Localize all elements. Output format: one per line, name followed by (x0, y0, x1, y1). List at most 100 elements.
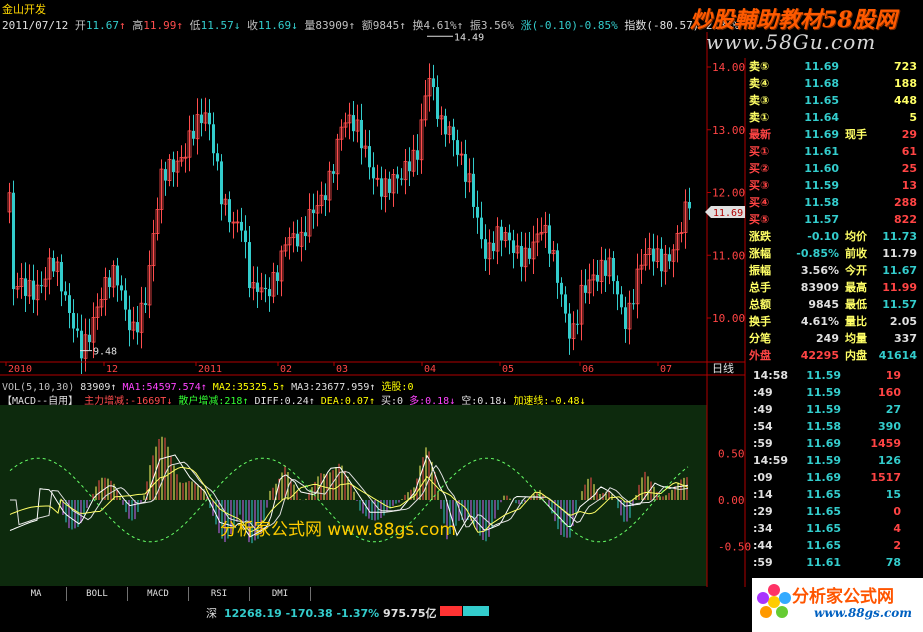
candle[interactable] (655, 235, 660, 269)
candle[interactable] (276, 265, 279, 295)
candle[interactable] (616, 275, 619, 311)
candle[interactable] (564, 286, 567, 323)
candle[interactable] (400, 168, 403, 186)
candle[interactable] (652, 233, 655, 276)
candle[interactable] (307, 193, 312, 243)
candle[interactable] (279, 245, 284, 297)
candle[interactable] (203, 97, 208, 132)
candle[interactable] (116, 257, 119, 302)
candle[interactable] (24, 262, 27, 312)
candle[interactable] (304, 216, 307, 251)
candle[interactable] (352, 100, 355, 142)
candle[interactable] (639, 249, 644, 284)
candle[interactable] (503, 227, 508, 248)
candle[interactable] (212, 112, 215, 166)
candle[interactable] (120, 275, 123, 301)
candle[interactable] (312, 193, 315, 229)
candle[interactable] (380, 166, 383, 210)
candle[interactable] (192, 114, 195, 146)
candle[interactable] (372, 152, 375, 195)
candle[interactable] (403, 149, 408, 195)
candle[interactable] (423, 79, 428, 127)
period-label[interactable]: 日线 (712, 361, 734, 375)
candle[interactable] (480, 201, 483, 249)
candle[interactable] (571, 311, 576, 351)
candle[interactable] (19, 263, 24, 299)
candle[interactable] (155, 197, 160, 241)
candle[interactable] (251, 266, 256, 301)
candle[interactable] (76, 313, 79, 338)
candle[interactable] (596, 260, 599, 291)
candle[interactable] (523, 232, 528, 282)
candle[interactable] (484, 224, 487, 272)
candle[interactable] (103, 267, 108, 316)
candle[interactable] (500, 219, 503, 257)
candle[interactable] (179, 145, 184, 167)
candle[interactable] (151, 219, 156, 282)
tab-macd[interactable]: MACD (128, 587, 189, 601)
candle[interactable] (671, 244, 676, 278)
candle[interactable] (679, 221, 684, 243)
candle[interactable] (560, 277, 563, 307)
candle[interactable] (436, 75, 439, 127)
candle[interactable] (383, 169, 388, 213)
candle[interactable] (663, 244, 668, 285)
candle[interactable] (539, 217, 544, 241)
candle[interactable] (535, 218, 540, 257)
candle[interactable] (604, 248, 607, 292)
candle[interactable] (495, 217, 500, 265)
candle[interactable] (315, 190, 320, 227)
candle[interactable] (459, 141, 464, 166)
candle[interactable] (427, 63, 432, 112)
candle[interactable] (83, 318, 88, 372)
candle[interactable] (579, 269, 584, 341)
candle[interactable] (147, 250, 152, 319)
candle[interactable] (216, 143, 219, 171)
candle[interactable] (467, 158, 472, 193)
candle[interactable] (248, 225, 251, 298)
candle[interactable] (447, 121, 452, 144)
candle[interactable] (624, 296, 627, 343)
candle[interactable] (195, 98, 200, 155)
candle[interactable] (416, 134, 419, 175)
candle[interactable] (244, 215, 247, 259)
candle[interactable] (64, 281, 67, 301)
candle[interactable] (396, 166, 399, 194)
candle[interactable] (543, 211, 548, 249)
candle[interactable] (324, 183, 327, 217)
candle[interactable] (175, 151, 180, 187)
candle[interactable] (584, 269, 587, 304)
candle[interactable] (343, 112, 348, 138)
candle[interactable] (339, 119, 344, 151)
candle[interactable] (12, 180, 15, 306)
candle[interactable] (635, 253, 640, 319)
candle[interactable] (492, 231, 495, 260)
candle[interactable] (88, 318, 91, 351)
candle[interactable] (335, 133, 340, 191)
candle[interactable] (515, 233, 520, 259)
candle[interactable] (319, 181, 324, 214)
candle[interactable] (432, 64, 435, 101)
candle[interactable] (528, 231, 531, 265)
candle[interactable] (647, 232, 652, 270)
candle[interactable] (43, 267, 48, 301)
candle[interactable] (60, 254, 63, 307)
candle[interactable] (472, 157, 475, 219)
candle[interactable] (408, 147, 411, 186)
candle[interactable] (487, 229, 492, 275)
candle[interactable] (208, 99, 211, 141)
candle[interactable] (368, 130, 371, 180)
candle[interactable] (632, 288, 635, 310)
candle[interactable] (136, 306, 139, 345)
candle[interactable] (27, 264, 32, 304)
candle[interactable] (172, 151, 175, 187)
candle[interactable] (551, 240, 556, 262)
candle[interactable] (548, 213, 551, 268)
candle[interactable] (675, 225, 680, 263)
candle[interactable] (355, 104, 360, 143)
candle[interactable] (587, 263, 592, 305)
candle[interactable] (296, 219, 299, 252)
candle[interactable] (576, 309, 579, 335)
candle[interactable] (131, 306, 136, 340)
candle[interactable] (47, 248, 52, 295)
